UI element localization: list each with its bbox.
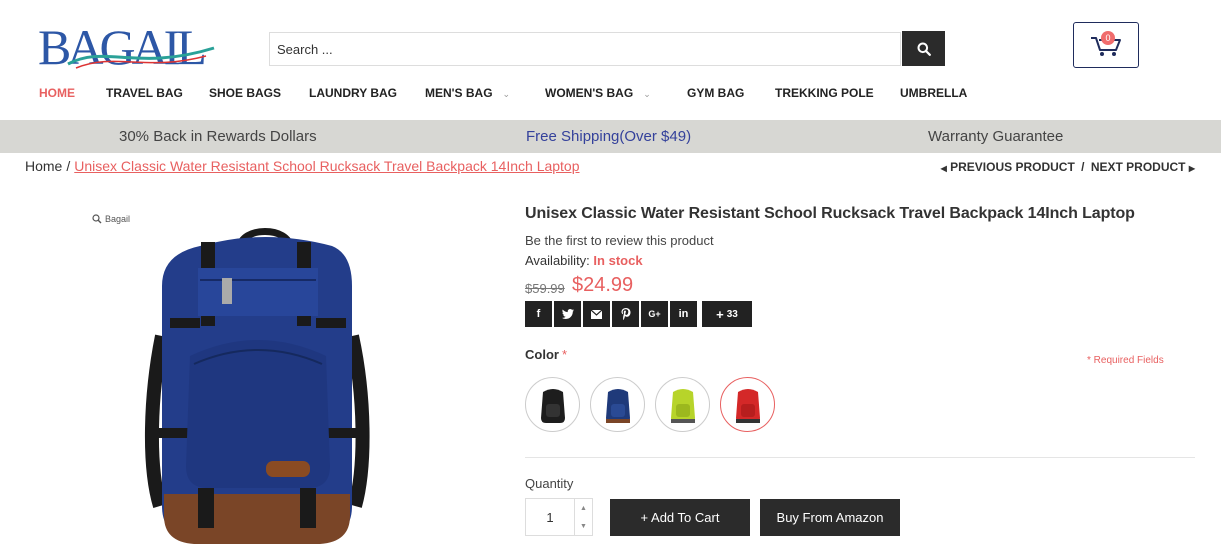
previous-product-link[interactable]: ◀ PREVIOUS PRODUCT [941,160,1075,174]
cart-button[interactable]: 0 [1073,22,1139,68]
email-icon [591,309,602,319]
review-link[interactable]: Be the first to review this product [525,233,714,248]
backpack-thumb-navy [605,388,630,423]
color-swatch-black[interactable] [525,377,580,432]
pager-separator: / [1081,160,1085,174]
backpack-image [144,228,370,544]
backpack-thumb-red [735,388,760,423]
zoom-hint[interactable]: Bagail [92,214,130,224]
search-input[interactable] [270,33,900,65]
divider [525,457,1195,458]
search-box [269,32,901,66]
nav-mens-bag[interactable]: MEN'S BAG ⌄ [425,86,510,100]
backpack-thumb-black [540,388,565,423]
breadcrumb-home[interactable]: Home [25,158,62,174]
product-title: Unisex Classic Water Resistant School Ru… [525,205,1135,222]
quantity-up-icon[interactable]: ▲ [580,505,587,512]
color-label: Color * [525,347,567,362]
google-plus-share-button[interactable]: G+ [641,301,668,327]
required-star: * [561,347,568,362]
promo-warranty: Warranty Guarantee [928,128,1064,145]
caret-left-icon: ◀ [940,164,947,173]
facebook-share-button[interactable]: f [525,301,552,327]
chevron-down-icon: ⌄ [643,89,651,99]
email-share-button[interactable] [583,301,610,327]
zoom-label: Bagail [105,214,131,224]
quantity-steps: ▲ ▼ [574,499,592,535]
product-pager: ◀ PREVIOUS PRODUCT / NEXT PRODUCT ▶ [941,160,1195,174]
breadcrumb-separator: / [66,158,71,174]
facebook-icon: f [536,308,541,320]
chevron-down-icon: ⌄ [502,89,511,99]
required-fields-note: * Required Fields [1087,355,1164,366]
color-swatch-red[interactable] [720,377,775,432]
more-share-button[interactable]: +33 [702,301,752,327]
plus-icon: + [716,306,724,322]
availability-value: In stock [593,253,643,268]
logo-swoosh-icon [67,46,215,69]
google-plus-icon: G+ [648,309,661,319]
caret-right-icon: ▶ [1188,164,1195,173]
pinterest-share-button[interactable] [612,301,639,327]
quantity-stepper: ▲ ▼ [525,498,593,536]
color-swatches [525,377,775,432]
nav-gym-bag[interactable]: GYM BAG [687,86,744,100]
current-price: $24.99 [572,274,634,296]
linkedin-icon: in [678,308,689,320]
buy-from-amazon-button[interactable]: Buy From Amazon [760,499,900,536]
nav-trekking-pole[interactable]: TREKKING POLE [775,86,874,100]
nav-laundry-bag[interactable]: LAUNDRY BAG [309,86,397,100]
color-swatch-navy[interactable] [590,377,645,432]
promo-bar: 30% Back in Rewards Dollars Free Shippin… [0,120,1221,153]
linkedin-share-button[interactable]: in [670,301,697,327]
main-nav: HOME TRAVEL BAG SHOE BAGS LAUNDRY BAG ME… [0,86,1221,104]
color-label-text: Color [525,347,559,362]
twitter-share-button[interactable] [554,301,581,327]
site-logo[interactable]: BAGAIL [26,14,254,75]
backpack-thumb-lime [670,388,695,423]
promo-shipping[interactable]: Free Shipping(Over $49) [526,128,691,145]
promo-rewards: 30% Back in Rewards Dollars [119,128,317,145]
previous-product-label: PREVIOUS PRODUCT [950,160,1075,174]
availability: Availability: In stock [525,253,643,268]
quantity-label: Quantity [525,476,574,491]
twitter-icon [561,309,574,319]
add-to-cart-button[interactable]: + Add To Cart [610,499,750,536]
zoom-icon [92,214,102,224]
nav-womens-bag[interactable]: WOMEN'S BAG ⌄ [545,86,651,100]
breadcrumb: Home / Unisex Classic Water Resistant Scho… [25,158,580,174]
next-product-link[interactable]: NEXT PRODUCT ▶ [1091,160,1195,174]
site-header: BAGAIL 0 HOME TRAVEL BAG SHOE BAGS LAUND… [0,0,1221,120]
product-gallery[interactable]: Bagail [90,206,440,550]
pinterest-icon [621,308,630,320]
color-swatch-lime[interactable] [655,377,710,432]
nav-home[interactable]: HOME [39,86,75,100]
nav-shoe-bags[interactable]: SHOE BAGS [209,86,281,100]
nav-travel-bag[interactable]: TRAVEL BAG [106,86,183,100]
availability-label: Availability: [525,253,590,268]
quantity-input[interactable] [526,499,574,535]
nav-womens-bag-label: WOMEN'S BAG [545,86,634,100]
search-button[interactable] [902,31,945,66]
nav-mens-bag-label: MEN'S BAG [425,86,493,100]
next-product-label: NEXT PRODUCT [1090,160,1186,174]
old-price: $59.99 [525,281,565,296]
nav-umbrella[interactable]: UMBRELLA [900,86,967,100]
search-icon [917,42,931,56]
quantity-down-icon[interactable]: ▼ [580,523,587,530]
cart-count-badge: 0 [1101,31,1115,45]
share-count: 33 [726,308,738,320]
share-buttons: f G+ in +33 [525,301,752,327]
breadcrumb-current[interactable]: Unisex Classic Water Resistant School Ru… [74,158,579,174]
